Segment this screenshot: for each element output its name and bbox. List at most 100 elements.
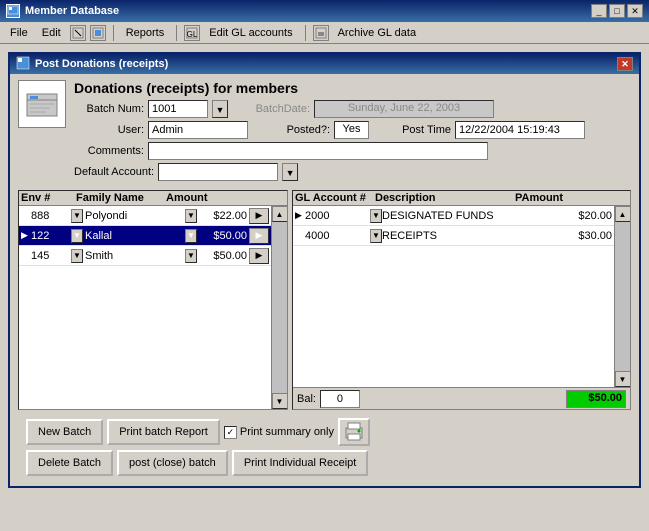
svg-text:GL: GL xyxy=(187,30,198,39)
balance-label: Bal: xyxy=(297,393,316,405)
window-controls[interactable]: _ □ ✕ xyxy=(591,4,643,18)
right-table-scrollbar[interactable]: ▲ ▼ xyxy=(614,206,630,387)
col-family-header: Family Name xyxy=(76,192,166,204)
col-gl-header: GL Account # xyxy=(295,192,375,204)
env-dropdown-1[interactable]: ▼ xyxy=(71,209,83,223)
right-table: GL Account # Description PAmount ▶ 2000 … xyxy=(292,190,631,410)
post-close-batch-button[interactable]: post (close) batch xyxy=(117,450,228,476)
toolbar-icon-2[interactable] xyxy=(90,25,106,41)
table-row[interactable]: 145 ▼ Smith ▼ $50.00 ▶ xyxy=(19,246,271,266)
left-table: Env # Family Name Amount 888 ▼ Polyondi xyxy=(18,190,288,410)
comments-input[interactable] xyxy=(148,142,488,160)
left-table-inner: 888 ▼ Polyondi ▼ $22.00 ▶ ▶ 122 xyxy=(19,206,287,409)
dialog-close-button[interactable]: ✕ xyxy=(617,57,633,71)
env-dropdown-3[interactable]: ▼ xyxy=(71,249,83,263)
menu-bar: File Edit Reports GL Edit GL accounts Ar… xyxy=(0,22,649,44)
user-row: User: Posted?: Yes Post Time xyxy=(74,121,631,139)
left-table-scrollbar[interactable]: ▲ ▼ xyxy=(271,206,287,409)
delete-batch-button[interactable]: Delete Batch xyxy=(26,450,113,476)
cell-family-1: Polyondi xyxy=(83,210,185,222)
family-dropdown-2[interactable]: ▼ xyxy=(185,229,197,243)
cell-env-1: 888 xyxy=(31,210,71,222)
menu-separator-1 xyxy=(113,25,114,41)
batch-num-input[interactable] xyxy=(148,100,208,118)
nav-btn-3[interactable]: ▶ xyxy=(249,248,269,264)
print-individual-receipt-button[interactable]: Print Individual Receipt xyxy=(232,450,369,476)
batch-num-label: Batch Num: xyxy=(74,103,144,115)
menu-file[interactable]: File xyxy=(4,25,34,41)
minimize-button[interactable]: _ xyxy=(591,4,607,18)
family-dropdown-1[interactable]: ▼ xyxy=(185,209,197,223)
comments-label: Comments: xyxy=(74,145,144,157)
right-table-header: GL Account # Description PAmount xyxy=(293,191,630,206)
col-desc-header: Description xyxy=(375,192,515,204)
dialog-title-bar: Post Donations (receipts) ✕ xyxy=(10,54,639,74)
right-scroll-down-btn[interactable]: ▼ xyxy=(615,371,631,387)
default-account-label: Default Account: xyxy=(74,166,154,178)
print-icon-button[interactable] xyxy=(338,418,370,446)
menu-reports[interactable]: Reports xyxy=(120,25,171,41)
gl-dropdown-2[interactable]: ▼ xyxy=(370,229,382,243)
right-table-inner: ▶ 2000 ▼ DESIGNATED FUNDS $20.00 4000 ▼ xyxy=(293,206,630,387)
balance-value-input[interactable] xyxy=(320,390,360,408)
table-row[interactable]: 4000 ▼ RECEIPTS $30.00 xyxy=(293,226,614,246)
right-scroll-track[interactable] xyxy=(615,222,631,371)
gl-account-2: 4000 xyxy=(305,230,370,242)
table-row[interactable]: 888 ▼ Polyondi ▼ $22.00 ▶ xyxy=(19,206,271,226)
post-time-label: Post Time xyxy=(381,124,451,136)
user-input[interactable] xyxy=(148,121,248,139)
menu-archive-gl[interactable]: Archive GL data xyxy=(332,25,422,41)
comments-row: Comments: xyxy=(74,142,631,160)
bottom-buttons-row1: New Batch Print batch Report ✓ Print sum… xyxy=(18,414,631,450)
gl-pamount-2: $30.00 xyxy=(562,230,612,242)
posted-value: Yes xyxy=(334,121,369,139)
env-dropdown-2[interactable]: ▼ xyxy=(71,229,83,243)
dialog-title-text: Post Donations (receipts) xyxy=(35,58,168,70)
maximize-button[interactable]: □ xyxy=(609,4,625,18)
tables-area: Env # Family Name Amount 888 ▼ Polyondi xyxy=(18,190,631,410)
batch-date-value: Sunday, June 22, 2003 xyxy=(314,100,494,118)
cell-amount-1: $22.00 xyxy=(197,210,247,222)
toolbar-icon-3[interactable]: GL xyxy=(184,25,200,41)
posted-label: Posted?: xyxy=(260,124,330,136)
toolbar-icon-1[interactable] xyxy=(70,25,86,41)
table-row[interactable]: ▶ 122 ▼ Kallal ▼ $50.00 ▶ xyxy=(19,226,271,246)
print-summary-label: Print summary only xyxy=(240,426,334,438)
default-account-input[interactable] xyxy=(158,163,278,181)
family-dropdown-3[interactable]: ▼ xyxy=(185,249,197,263)
post-time-input[interactable] xyxy=(455,121,585,139)
user-label: User: xyxy=(74,124,144,136)
dialog-icon xyxy=(16,56,30,73)
right-table-body: ▶ 2000 ▼ DESIGNATED FUNDS $20.00 4000 ▼ xyxy=(293,206,614,387)
new-batch-button[interactable]: New Batch xyxy=(26,419,103,445)
print-batch-report-button[interactable]: Print batch Report xyxy=(107,419,220,445)
gl-desc-1: DESIGNATED FUNDS xyxy=(382,210,562,222)
toolbar-icon-4[interactable] xyxy=(313,25,329,41)
col-amount-header: Amount xyxy=(166,192,231,204)
print-summary-checkbox-area: ✓ Print summary only xyxy=(224,426,334,439)
menu-edit[interactable]: Edit xyxy=(36,25,67,41)
gl-pamount-1: $20.00 xyxy=(562,210,612,222)
cell-family-2: Kallal xyxy=(83,230,185,242)
gl-dropdown-1[interactable]: ▼ xyxy=(370,209,382,223)
bottom-buttons-row2: Delete Batch post (close) batch Print In… xyxy=(18,450,631,480)
menu-edit-gl[interactable]: Edit GL accounts xyxy=(203,25,298,41)
cell-amount-2: $50.00 xyxy=(197,230,247,242)
left-table-empty xyxy=(19,266,271,366)
print-summary-checkbox[interactable]: ✓ xyxy=(224,426,237,439)
nav-btn-2[interactable]: ▶ xyxy=(249,228,269,244)
nav-btn-1[interactable]: ▶ xyxy=(249,208,269,224)
table-row[interactable]: ▶ 2000 ▼ DESIGNATED FUNDS $20.00 xyxy=(293,206,614,226)
left-table-body: 888 ▼ Polyondi ▼ $22.00 ▶ ▶ 122 xyxy=(19,206,271,409)
scroll-down-btn[interactable]: ▼ xyxy=(272,393,288,409)
scroll-track[interactable] xyxy=(272,222,288,393)
menu-separator-3 xyxy=(305,25,306,41)
close-button[interactable]: ✕ xyxy=(627,4,643,18)
dialog-body: Donations (receipts) for members Batch N… xyxy=(10,74,639,486)
default-account-dropdown[interactable]: ▼ xyxy=(282,163,298,181)
scroll-up-btn[interactable]: ▲ xyxy=(272,206,288,222)
app-icon xyxy=(6,4,20,18)
gl-desc-2: RECEIPTS xyxy=(382,230,562,242)
right-scroll-up-btn[interactable]: ▲ xyxy=(615,206,631,222)
batch-num-dropdown[interactable]: ▼ xyxy=(212,100,228,118)
